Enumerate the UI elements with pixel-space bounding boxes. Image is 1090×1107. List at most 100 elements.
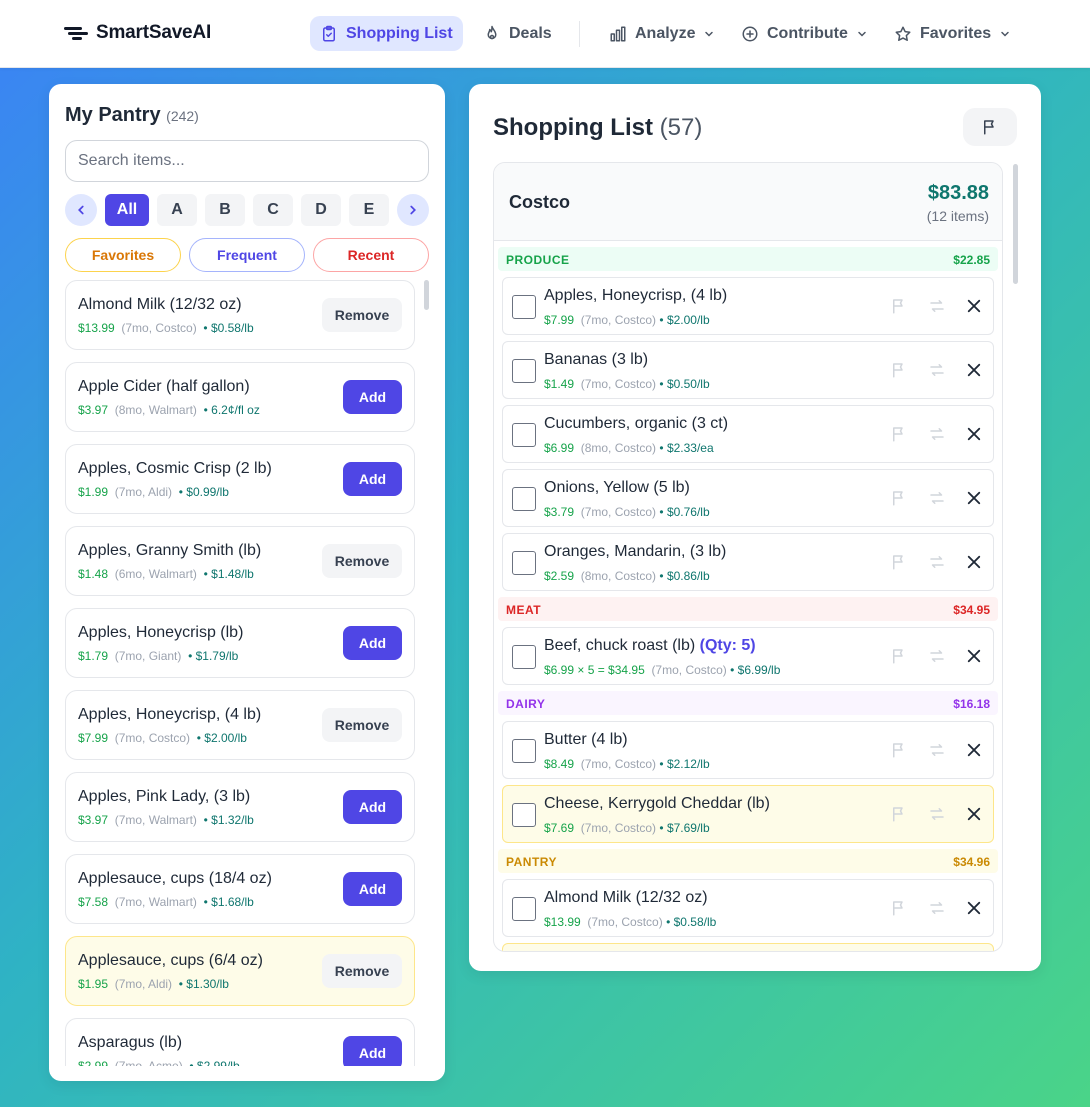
filter-favorites[interactable]: Favorites: [65, 238, 181, 272]
pantry-item[interactable]: Apples, Pink Lady, (3 lb) $3.97 (7mo, Wal…: [65, 772, 415, 842]
pantry-item-unit-price: • $1.48/lb: [203, 567, 254, 581]
flag-icon[interactable]: [890, 489, 908, 507]
item-checkbox[interactable]: [512, 551, 536, 575]
flag-icon[interactable]: [890, 899, 908, 917]
pantry-item-price: $7.99: [78, 731, 109, 745]
swap-icon[interactable]: [928, 741, 946, 759]
list-item[interactable]: Cucumbers, organic (3 ct) $6.99 (8mo, Cos…: [502, 405, 994, 463]
add-button[interactable]: Add: [343, 1036, 402, 1066]
pantry-item[interactable]: Apples, Honeycrisp, (4 lb) $7.99 (7mo, Co…: [65, 690, 415, 760]
nav-deals[interactable]: Deals: [473, 16, 562, 51]
item-name-line: Beef, chuck roast (lb) (Qty: 5): [544, 637, 756, 655]
prev-letters-button[interactable]: [65, 194, 97, 226]
letter-button-a[interactable]: A: [157, 194, 197, 226]
store-header[interactable]: Costco $83.88 (12 items): [494, 163, 1002, 241]
letter-button-all[interactable]: All: [105, 194, 149, 226]
pantry-item[interactable]: Almond Milk (12/32 oz) $13.99 (7mo, Costc…: [65, 280, 415, 350]
remove-button[interactable]: Remove: [322, 544, 402, 578]
pantry-item-source: (8mo, Walmart): [114, 403, 197, 417]
flag-icon[interactable]: [890, 741, 908, 759]
filter-recent[interactable]: Recent: [313, 238, 429, 272]
filter-frequent[interactable]: Frequent: [189, 238, 305, 272]
chevron-right-icon: [410, 205, 416, 215]
remove-button[interactable]: Remove: [322, 708, 402, 742]
letter-button-c[interactable]: C: [253, 194, 293, 226]
add-button[interactable]: Add: [343, 462, 402, 496]
close-icon[interactable]: [965, 297, 983, 315]
store-total: $83.88: [927, 182, 989, 204]
flag-icon[interactable]: [890, 361, 908, 379]
pantry-item-name: Apple Cider (half gallon): [78, 378, 250, 395]
close-icon[interactable]: [965, 361, 983, 379]
flag-filter-button[interactable]: [963, 108, 1017, 146]
flag-icon[interactable]: [890, 805, 908, 823]
pantry-item[interactable]: Apples, Honeycrisp (lb) $1.79 (7mo, Giant…: [65, 608, 415, 678]
flag-icon[interactable]: [890, 297, 908, 315]
close-icon[interactable]: [965, 489, 983, 507]
pantry-item[interactable]: Applesauce, cups (18/4 oz) $7.58 (7mo, Wa…: [65, 854, 415, 924]
add-button[interactable]: Add: [343, 872, 402, 906]
remove-button[interactable]: Remove: [322, 298, 402, 332]
nav-favorites[interactable]: Favorites: [884, 16, 1021, 51]
swap-icon[interactable]: [928, 361, 946, 379]
pantry-scrollbar[interactable]: [424, 280, 429, 310]
pantry-item[interactable]: Apples, Cosmic Crisp (2 lb) $1.99 (7mo, A…: [65, 444, 415, 514]
pantry-item[interactable]: Apple Cider (half gallon) $3.97 (8mo, Wal…: [65, 362, 415, 432]
pantry-item-meta: $13.99 (7mo, Costco) • $0.58/lb: [78, 321, 254, 335]
add-button[interactable]: Add: [343, 380, 402, 414]
pantry-item[interactable]: Applesauce, cups (6/4 oz) $1.95 (7mo, Ald…: [65, 936, 415, 1006]
remove-button[interactable]: Remove: [322, 954, 402, 988]
flag-icon[interactable]: [890, 553, 908, 571]
item-checkbox[interactable]: [512, 897, 536, 921]
close-icon[interactable]: [965, 899, 983, 917]
list-item[interactable]: Beef, chuck roast (lb) (Qty: 5) $6.99 × 5…: [502, 627, 994, 685]
close-icon[interactable]: [965, 805, 983, 823]
item-checkbox[interactable]: [512, 295, 536, 319]
letter-button-d[interactable]: D: [301, 194, 341, 226]
close-icon[interactable]: [965, 425, 983, 443]
list-item[interactable]: Cheese, Kerrygold Cheddar (lb) $7.69 (7mo…: [502, 785, 994, 843]
pantry-item-unit-price: • $1.79/lb: [188, 649, 239, 663]
flag-icon[interactable]: [890, 647, 908, 665]
swap-icon[interactable]: [928, 425, 946, 443]
list-item[interactable]: [502, 943, 994, 951]
pantry-item[interactable]: Asparagus (lb) $2.99 (7mo, Acme) • $2.99/…: [65, 1018, 415, 1066]
search-input[interactable]: [65, 140, 429, 182]
item-name: Almond Milk (12/32 oz): [544, 889, 708, 906]
brand-logo[interactable]: SmartSaveAI: [64, 22, 211, 44]
letter-button-b[interactable]: B: [205, 194, 245, 226]
list-item[interactable]: Apples, Honeycrisp, (4 lb) $7.99 (7mo, Co…: [502, 277, 994, 335]
next-letters-button[interactable]: [397, 194, 429, 226]
category-name: PRODUCE: [506, 253, 570, 267]
list-item[interactable]: Oranges, Mandarin, (3 lb) $2.59 (8mo, Cos…: [502, 533, 994, 591]
swap-icon[interactable]: [928, 647, 946, 665]
close-icon[interactable]: [965, 741, 983, 759]
nav-analyze[interactable]: Analyze: [599, 16, 725, 51]
shopping-scrollbar[interactable]: [1013, 164, 1018, 284]
list-item[interactable]: Butter (4 lb) $8.49 (7mo, Costco) • $2.12…: [502, 721, 994, 779]
close-icon[interactable]: [965, 553, 983, 571]
list-item[interactable]: Almond Milk (12/32 oz) $13.99 (7mo, Costc…: [502, 879, 994, 937]
item-meta: $7.99 (7mo, Costco) • $2.00/lb: [544, 313, 710, 327]
item-checkbox[interactable]: [512, 803, 536, 827]
swap-icon[interactable]: [928, 297, 946, 315]
item-checkbox[interactable]: [512, 645, 536, 669]
list-item[interactable]: Bananas (3 lb) $1.49 (7mo, Costco) • $0.5…: [502, 341, 994, 399]
item-checkbox[interactable]: [512, 359, 536, 383]
swap-icon[interactable]: [928, 805, 946, 823]
list-item[interactable]: Onions, Yellow (5 lb) $3.79 (7mo, Costco)…: [502, 469, 994, 527]
item-checkbox[interactable]: [512, 487, 536, 511]
swap-icon[interactable]: [928, 489, 946, 507]
add-button[interactable]: Add: [343, 790, 402, 824]
item-checkbox[interactable]: [512, 739, 536, 763]
swap-icon[interactable]: [928, 553, 946, 571]
swap-icon[interactable]: [928, 899, 946, 917]
close-icon[interactable]: [965, 647, 983, 665]
nav-shopping-list[interactable]: Shopping List: [310, 16, 463, 51]
nav-contribute[interactable]: Contribute: [731, 16, 878, 51]
letter-button-e[interactable]: E: [349, 194, 389, 226]
flag-icon[interactable]: [890, 425, 908, 443]
pantry-item[interactable]: Apples, Granny Smith (lb) $1.48 (6mo, Wal…: [65, 526, 415, 596]
add-button[interactable]: Add: [343, 626, 402, 660]
item-checkbox[interactable]: [512, 423, 536, 447]
